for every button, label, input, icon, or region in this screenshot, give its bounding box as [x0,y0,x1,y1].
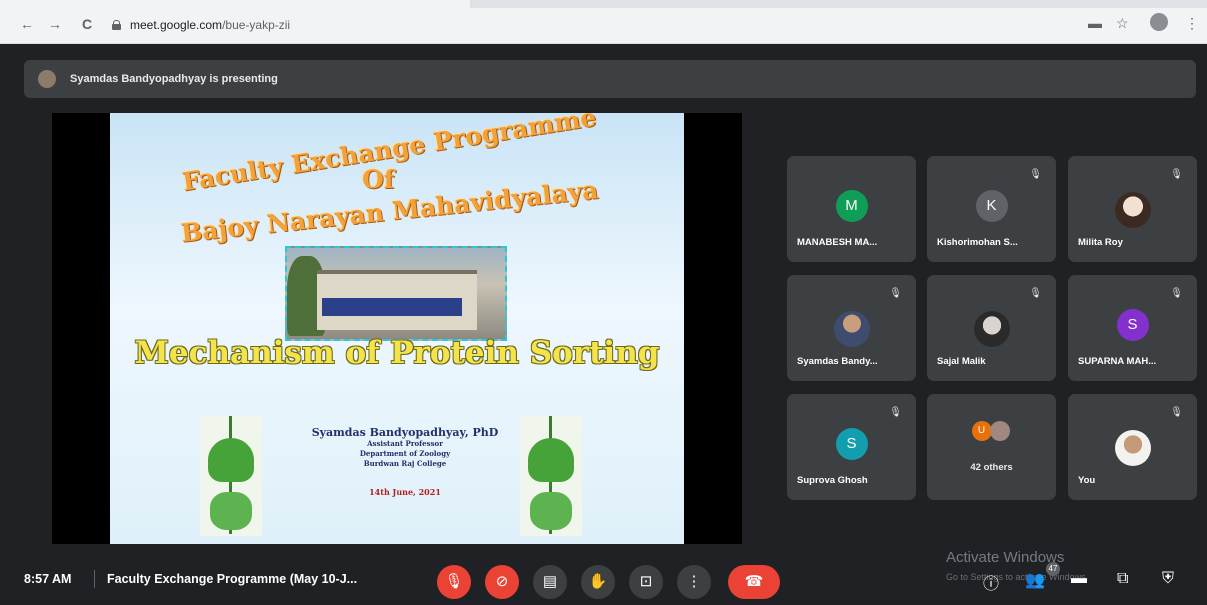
meeting-title[interactable]: Faculty Exchange Programme (May 10-J... [107,572,357,586]
author-block: Syamdas Bandyopadhyay, PhD Assistant Pro… [280,426,530,497]
reload-icon[interactable]: C [82,17,92,31]
info-button[interactable]: ⓘ [983,570,999,594]
author-role: Assistant Professor [367,439,443,448]
participant-name: Milita Roy [1078,237,1123,248]
mic-off-icon: 🎙 [1029,288,1042,299]
presenting-text: Syamdas Bandyopadhyay is presenting [70,73,278,85]
url-host: meet.google.com [130,18,223,32]
lock-icon[interactable] [112,20,121,30]
back-icon[interactable]: ← [20,17,34,31]
mic-off-icon: 🎙 [1029,169,1042,180]
participant-name: Sajal Malik [937,356,986,367]
slide-date: 14th June, 2021 [369,487,441,497]
others-count: 42 others [970,462,1013,473]
participant-name: Kishorimohan S... [937,237,1018,248]
chat-button[interactable]: ▬ [1071,570,1087,588]
url-path: /bue-yakp-zii [222,18,291,32]
leaf [210,492,252,530]
activate-windows-subtitle: Go to Settings to activate Windows. [946,572,1089,582]
presenter-avatar [38,70,56,88]
self-tile[interactable]: 🎙 You [1068,394,1197,500]
divider [94,570,95,588]
participant-name: SUPARNA MAH... [1078,356,1157,367]
others-tile[interactable]: U 42 others [927,394,1056,500]
participant-tile[interactable]: 🎙 Milita Roy [1068,156,1197,262]
golgi-illustration-left [200,416,262,536]
present-button[interactable]: ⊡ [629,565,663,599]
participant-avatar: S [835,428,868,460]
activate-windows-title: Activate Windows [946,549,1065,566]
mic-off-icon: 🎙 [1170,169,1183,180]
raise-hand-button[interactable]: ✋ [581,565,615,599]
participant-name: Syamdas Bandy... [797,356,878,367]
key-icon[interactable]: ▬ [1088,15,1102,31]
captions-button[interactable]: ▤ [533,565,567,599]
others-avatar: U [971,421,992,441]
author-college: Burdwan Raj College [363,459,447,468]
slide-title: Mechanism of Protein Sorting [134,335,660,371]
participant-avatar: S [1116,309,1149,341]
others-avatar-photo [989,421,1010,441]
self-photo [1114,430,1151,466]
star-icon[interactable]: ☆ [1116,15,1129,32]
leaf [530,492,572,530]
participant-name: MANABESH MA... [797,237,878,248]
presenting-banner: Syamdas Bandyopadhyay is presenting [24,60,1196,98]
address-bar[interactable]: meet.google.com /bue-yakp-zii [112,14,1112,36]
participant-photo [973,311,1010,347]
mic-off-icon: 🎙 [1170,288,1183,299]
participant-name: You [1078,475,1096,486]
browser-toolbar: ← → C meet.google.com /bue-yakp-zii ▬ ☆ … [0,0,1207,44]
participant-tile[interactable]: 🎙 S Suprova Ghosh [787,394,916,500]
participant-photo [833,311,870,347]
others-avatars: U [971,421,1014,441]
active-tab[interactable] [0,0,470,8]
author-name: Syamdas Bandyopadhyay, PhD [311,426,499,439]
forward-icon[interactable]: → [48,17,62,31]
participant-tile[interactable]: 🎙 S SUPARNA MAH... [1068,275,1197,381]
camera-off-button[interactable]: ⊘ [485,565,519,599]
participant-name: Suprova Ghosh [797,475,868,486]
slide-heading-line2: Of [362,165,395,194]
slide: Faculty Exchange Programme Of Bajoy Nara… [110,113,684,544]
end-call-button[interactable]: ☎ [728,565,780,599]
author-dept: Department of Zoology [359,449,451,458]
host-controls-button[interactable]: ⛨ [1162,570,1174,588]
mic-off-icon: 🎙 [1170,407,1183,418]
more-options-button[interactable]: ⋮ [677,565,711,599]
college-photo [285,246,507,341]
signboard [322,298,462,316]
participant-tile[interactable]: 🎙 Syamdas Bandy... [787,275,916,381]
people-count-badge: 47 [1046,562,1060,576]
mic-off-icon: 🎙 [889,407,902,418]
tab-strip [0,0,1207,8]
participant-tile[interactable]: 🎙 K Kishorimohan S... [927,156,1056,262]
activities-button[interactable]: ⧉ [1117,570,1128,588]
profile-avatar[interactable] [1150,13,1168,31]
leaf [528,438,574,482]
presentation-stage[interactable]: Faculty Exchange Programme Of Bajoy Nara… [52,113,742,544]
browser-menu-icon[interactable]: ⋮ [1185,15,1199,32]
mic-off-button[interactable]: 🎙 [437,565,471,599]
participant-tile[interactable]: M MANABESH MA... [787,156,916,262]
participant-avatar: K [975,190,1008,222]
mic-off-icon: 🎙 [889,288,902,299]
participant-avatar: M [835,190,868,222]
participant-tile[interactable]: 🎙 Sajal Malik [927,275,1056,381]
meeting-time: 8:57 AM [24,572,72,586]
leaf [208,438,254,482]
participant-photo [1114,192,1151,228]
people-button[interactable]: 👥 [1025,570,1045,590]
